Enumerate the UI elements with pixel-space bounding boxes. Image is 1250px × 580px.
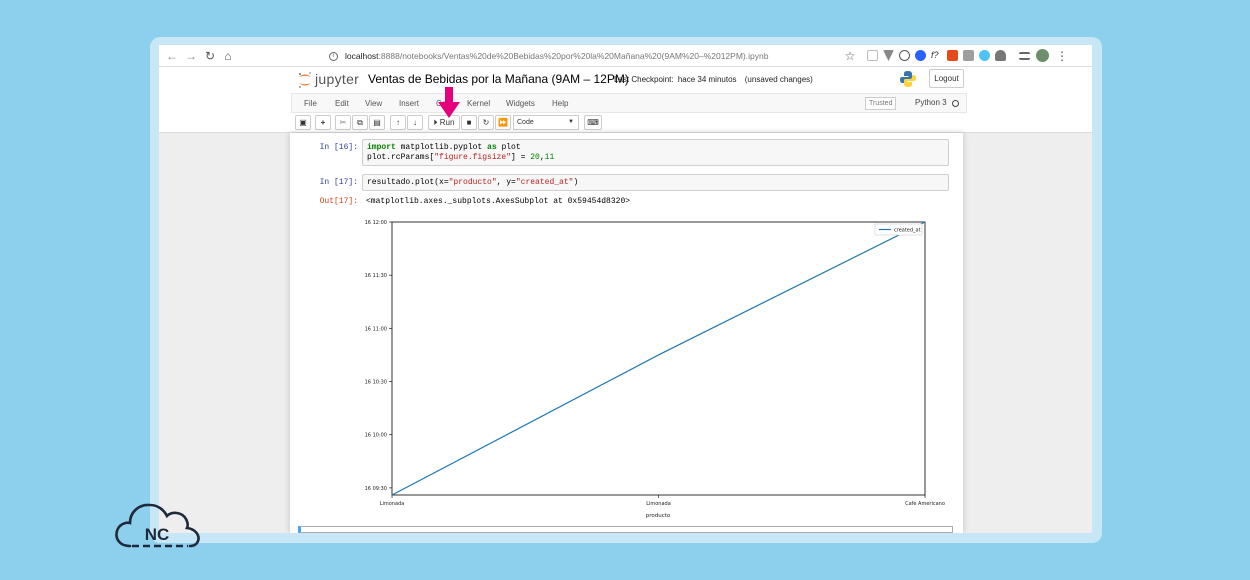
- home-icon[interactable]: ⌂: [221, 48, 235, 64]
- menu-kernel[interactable]: Kernel: [467, 99, 490, 108]
- fast-forward-icon[interactable]: ⏩: [495, 115, 511, 130]
- jupyter-header: jupyter Ventas de Bebidas por la Mañana …: [159, 67, 1092, 93]
- code-token: 11: [544, 153, 555, 162]
- plus-icon[interactable]: +: [315, 115, 331, 130]
- extension-icon[interactable]: [947, 50, 958, 61]
- code-token: import: [367, 143, 396, 152]
- code-token: matplotlib.pyplot: [395, 143, 488, 152]
- code-token: "created_at": [515, 178, 574, 187]
- code-cell-input[interactable]: import matplotlib.pyplot as plot plot.rcP…: [362, 139, 949, 166]
- notebook-area: In [16]: import matplotlib.pyplot as plo…: [159, 133, 1092, 533]
- y-tick-label: 16 11:00: [365, 326, 387, 332]
- menubar-container: File Edit View Insert Cell Kernel Widget…: [291, 93, 967, 113]
- nc-logo-text: NC: [145, 525, 170, 544]
- code-token: plot: [496, 143, 521, 152]
- code-line: resultado.plot(x="producto", y="created_…: [367, 178, 944, 188]
- cut-icon[interactable]: ✂: [335, 115, 351, 130]
- y-tick-label: 16 09:30: [365, 486, 387, 492]
- extension-icon[interactable]: f?: [931, 50, 942, 61]
- notebook-toolbar: ▣ + ✂ ⧉ ▤ ↑ ↓ ⏵ Run ■ ↻ ⏩ Code ▼ ⌨: [159, 113, 1092, 133]
- empty-code-cell[interactable]: [298, 526, 953, 533]
- menu-insert[interactable]: Insert: [399, 99, 419, 108]
- code-token: ): [573, 178, 579, 187]
- address-bar[interactable]: i localhost:8888/notebooks/Ventas%20de%2…: [243, 47, 863, 65]
- menu-edit[interactable]: Edit: [335, 99, 349, 108]
- code-token: "producto": [448, 178, 497, 187]
- restart-icon[interactable]: ↻: [478, 115, 494, 130]
- extension-icon[interactable]: [963, 50, 974, 61]
- notebook-title[interactable]: Ventas de Bebidas por la Mañana (9AM – 1…: [368, 72, 629, 86]
- jupyter-logo-text: jupyter: [315, 71, 360, 87]
- menu-list-icon[interactable]: [1019, 52, 1030, 60]
- output-text: <matplotlib.axes._subplots.AxesSubplot a…: [366, 197, 631, 206]
- code-token: plot.rcParams[: [367, 153, 435, 162]
- save-icon[interactable]: ▣: [295, 115, 311, 130]
- code-token: ] =: [511, 153, 531, 162]
- star-icon[interactable]: ☆: [843, 48, 857, 64]
- menu-view[interactable]: View: [365, 99, 382, 108]
- browser-toolbar: ← → ↻ ⌂ i localhost:8888/notebooks/Venta…: [159, 45, 1092, 67]
- avatar[interactable]: [1036, 49, 1049, 62]
- x-tick-label: Cafe Americano: [905, 501, 945, 507]
- y-tick-label: 16 10:30: [365, 380, 387, 386]
- trusted-badge[interactable]: Trusted: [865, 97, 897, 110]
- extension-icon[interactable]: [899, 50, 910, 61]
- extension-icon[interactable]: [995, 50, 1006, 61]
- kernel-name: Python 3: [915, 98, 947, 107]
- info-icon[interactable]: i: [329, 52, 338, 61]
- code-token: 20: [530, 153, 540, 162]
- chevron-down-icon: ▼: [568, 119, 574, 125]
- y-tick-label: 16 10:00: [365, 433, 387, 439]
- y-tick-label: 16 11:30: [365, 273, 387, 279]
- back-icon[interactable]: ←: [165, 48, 179, 64]
- x-tick-label: Limonada: [380, 501, 405, 507]
- forward-icon[interactable]: →: [184, 48, 198, 64]
- copy-icon[interactable]: ⧉: [352, 115, 368, 130]
- more-icon[interactable]: ⋮: [1055, 48, 1069, 64]
- arrow-up-icon[interactable]: ↑: [390, 115, 406, 130]
- menu-widgets[interactable]: Widgets: [506, 99, 535, 108]
- cell-prompt: In [16]:: [319, 143, 358, 152]
- logout-button[interactable]: Logout: [929, 69, 964, 88]
- extension-icon[interactable]: [979, 50, 990, 61]
- menu-help[interactable]: Help: [552, 99, 568, 108]
- checkpoint-status: Last Checkpoint: hace 34 minutos (unsave…: [614, 75, 813, 84]
- keyboard-icon[interactable]: ⌨: [584, 115, 602, 130]
- notebook-page: In [16]: import matplotlib.pyplot as plo…: [290, 133, 963, 533]
- extension-icon[interactable]: [883, 50, 894, 61]
- plot-area: [391, 221, 926, 496]
- legend-label: created_at: [894, 228, 921, 234]
- cell-prompt: In [17]:: [319, 178, 358, 187]
- x-tick-label: Limonada: [646, 501, 671, 507]
- code-token: resultado.plot(x=: [367, 178, 449, 187]
- reload-icon[interactable]: ↻: [203, 48, 217, 64]
- stop-icon[interactable]: ■: [461, 115, 477, 130]
- code-line: plot.rcParams["figure.figsize"] = 20,11: [367, 153, 944, 163]
- code-token: as: [487, 143, 497, 152]
- output-prompt: Out[17]:: [319, 197, 358, 206]
- code-token: , y=: [496, 178, 516, 187]
- line-chart: 16 09:30 16 10:00 16 10:30 16 11:00 16 11:30…: [365, 220, 945, 519]
- browser-window: ← → ↻ ⌂ i localhost:8888/notebooks/Venta…: [159, 45, 1092, 533]
- code-token: "figure.figsize": [434, 153, 512, 162]
- python-icon: [900, 71, 916, 87]
- nc-cloud-icon: NC: [115, 503, 200, 548]
- pointer-arrow-icon: [438, 87, 460, 118]
- paste-icon[interactable]: ▤: [369, 115, 385, 130]
- x-axis-label: producto: [646, 513, 671, 519]
- extension-icon[interactable]: [915, 50, 926, 61]
- arrow-down-icon[interactable]: ↓: [407, 115, 423, 130]
- menubar: File Edit View Insert Cell Kernel Widget…: [159, 93, 1092, 113]
- extension-icon[interactable]: [867, 50, 878, 61]
- code-line: import matplotlib.pyplot as plot: [367, 143, 944, 153]
- menu-file[interactable]: File: [304, 99, 317, 108]
- kernel-status-indicator: [952, 100, 959, 107]
- jupyter-logo-icon[interactable]: [297, 71, 313, 89]
- cell-type-select[interactable]: Code ▼: [513, 115, 579, 130]
- code-cell-input[interactable]: resultado.plot(x="producto", y="created_…: [362, 174, 949, 191]
- y-tick-label: 16 12:00: [365, 220, 387, 226]
